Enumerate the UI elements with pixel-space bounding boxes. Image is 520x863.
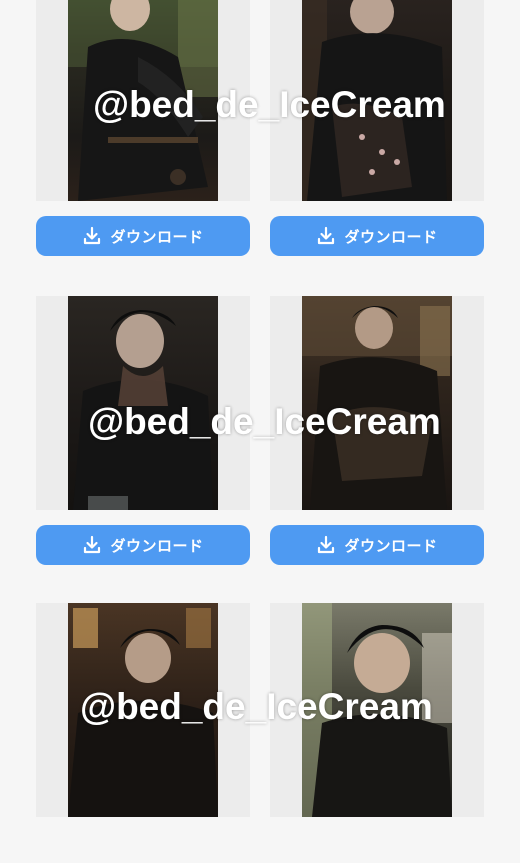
thumbnail-image[interactable] bbox=[302, 296, 452, 510]
thumbnail-image[interactable] bbox=[302, 603, 452, 817]
download-button[interactable]: ダウンロード bbox=[36, 216, 250, 256]
thumbnail-frame bbox=[270, 296, 484, 510]
thumbnail-image[interactable] bbox=[302, 0, 452, 201]
download-icon bbox=[318, 226, 335, 245]
image-card bbox=[36, 603, 250, 817]
thumbnail-frame bbox=[36, 603, 250, 817]
download-button-label: ダウンロード bbox=[110, 227, 204, 246]
grid-row bbox=[36, 603, 484, 863]
thumbnail-frame bbox=[36, 0, 250, 201]
download-button-label: ダウンロード bbox=[110, 536, 204, 555]
image-card: ダウンロード bbox=[36, 0, 250, 256]
thumbnail-image[interactable] bbox=[68, 296, 218, 510]
image-card: ダウンロード bbox=[270, 0, 484, 256]
thumbnail-image[interactable] bbox=[68, 603, 218, 817]
image-card bbox=[270, 603, 484, 817]
image-card: ダウンロード bbox=[36, 296, 250, 565]
grid-row: ダウンロード ダウンロード bbox=[36, 296, 484, 565]
download-button-label: ダウンロード bbox=[344, 536, 438, 555]
download-button[interactable]: ダウンロード bbox=[270, 525, 484, 565]
thumbnail-frame bbox=[270, 603, 484, 817]
download-button[interactable]: ダウンロード bbox=[36, 525, 250, 565]
grid-row: ダウンロード ダウンロード bbox=[36, 0, 484, 256]
thumbnail-frame bbox=[270, 0, 484, 201]
thumbnail-image[interactable] bbox=[68, 0, 218, 201]
download-icon bbox=[318, 535, 335, 554]
download-button[interactable]: ダウンロード bbox=[270, 216, 484, 256]
download-icon bbox=[84, 535, 101, 554]
thumbnail-frame bbox=[36, 296, 250, 510]
download-button-label: ダウンロード bbox=[344, 227, 438, 246]
image-card: ダウンロード bbox=[270, 296, 484, 565]
download-icon bbox=[84, 226, 101, 245]
